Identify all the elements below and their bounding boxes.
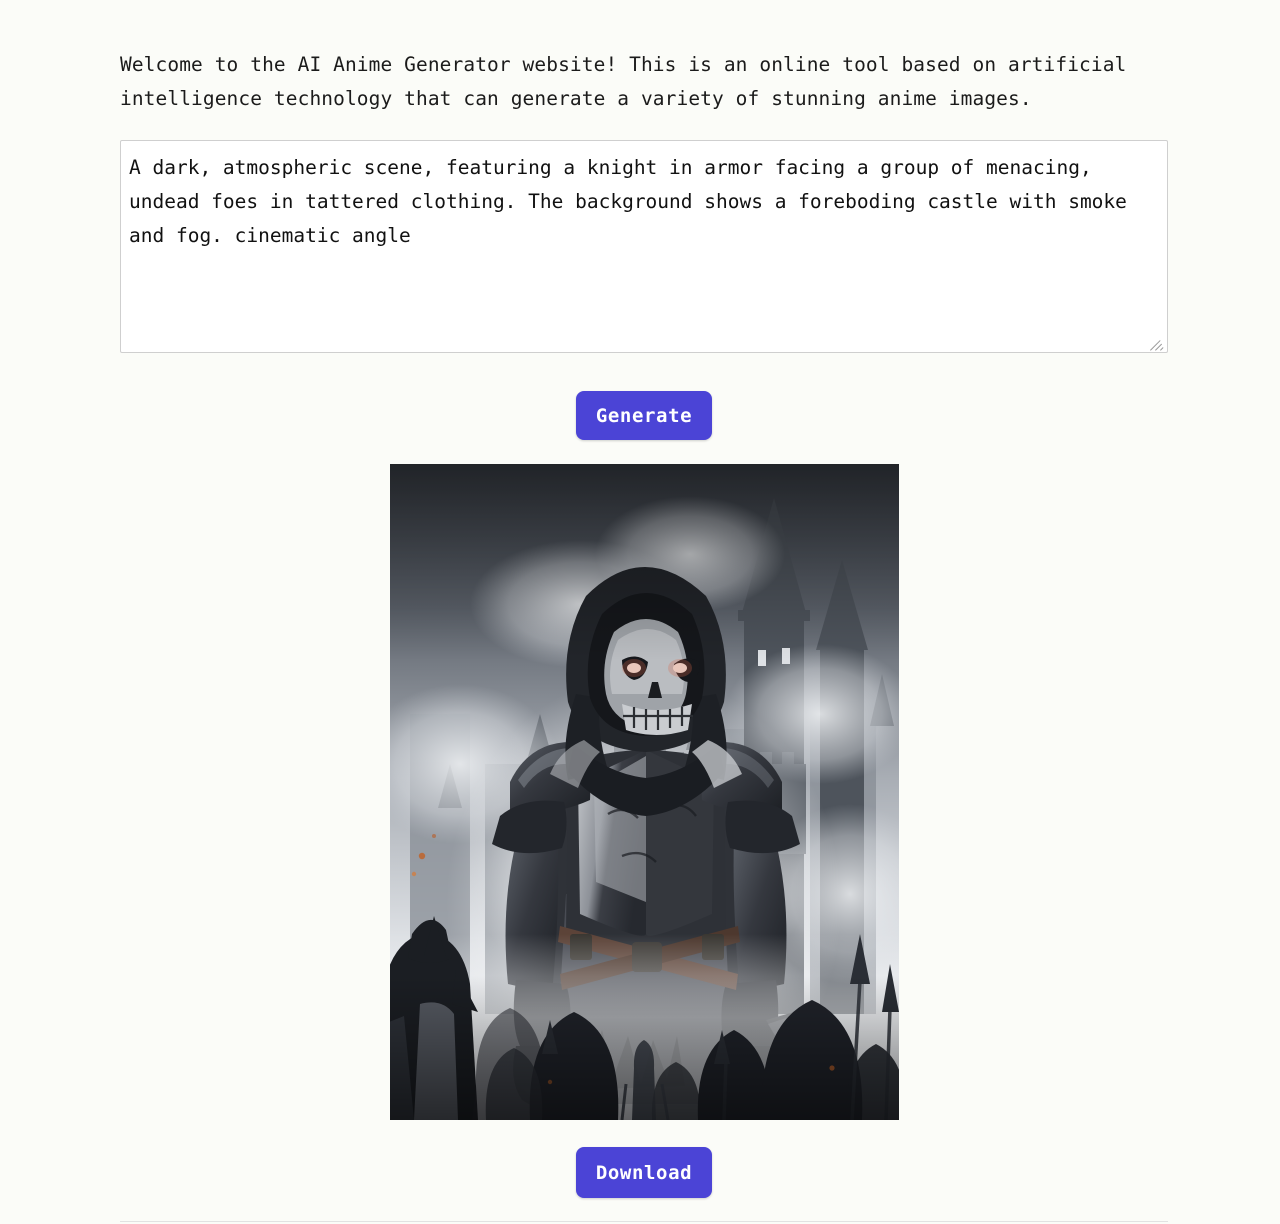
download-button[interactable]: Download [576,1147,712,1198]
prompt-input[interactable] [120,140,1168,353]
generated-image-canvas [390,464,899,1120]
app-page: Welcome to the AI Anime Generator websit… [0,0,1280,1224]
generate-button[interactable]: Generate [576,391,712,440]
footer-divider [120,1221,1168,1222]
generated-image[interactable] [390,464,899,1120]
intro-paragraph: Welcome to the AI Anime Generator websit… [120,52,1139,110]
